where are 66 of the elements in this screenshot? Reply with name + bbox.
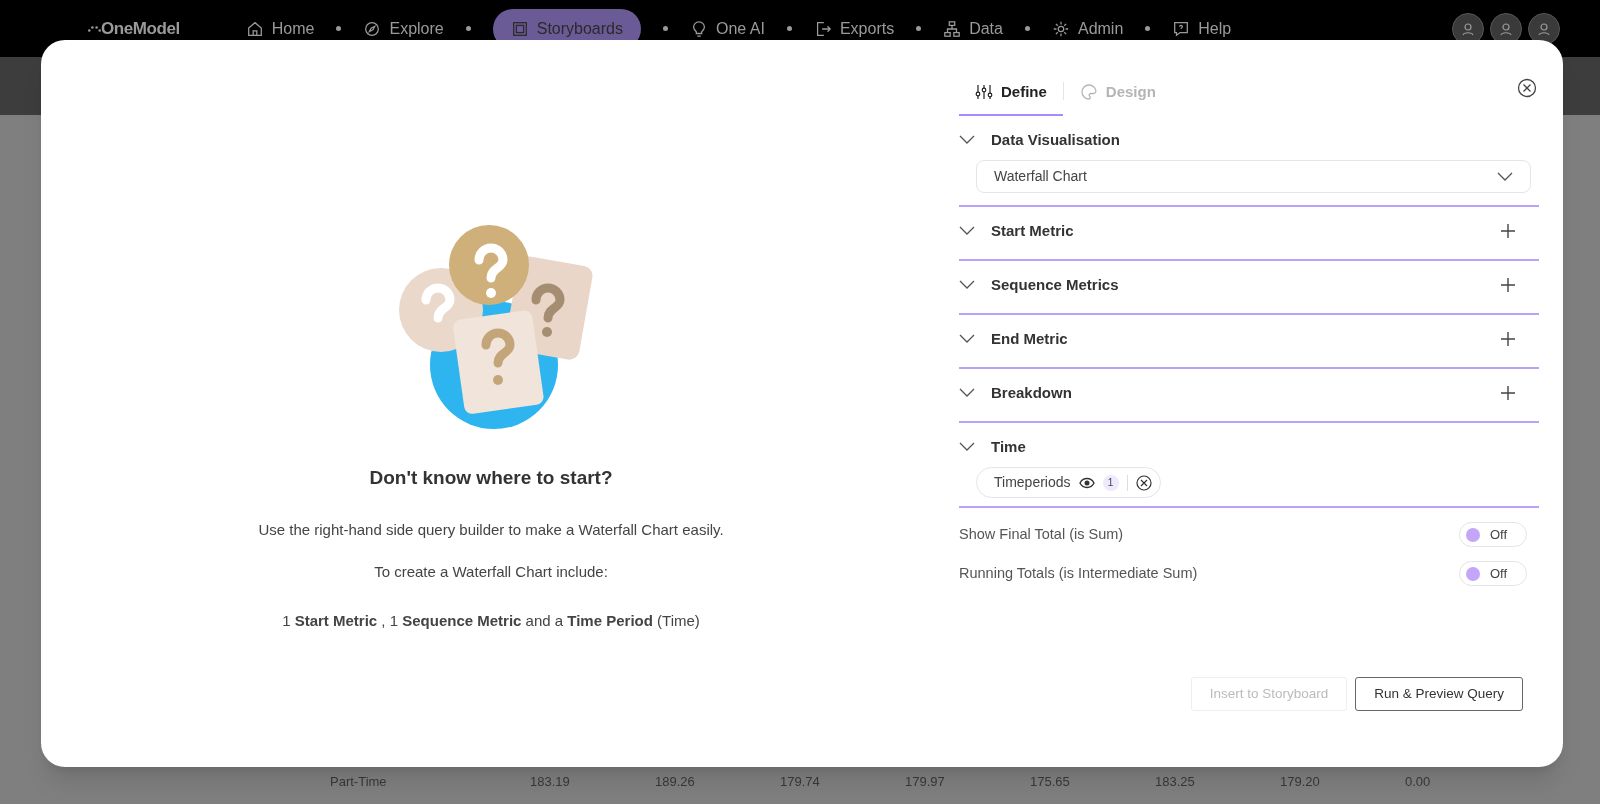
- section-header[interactable]: End Metric: [959, 327, 1068, 351]
- logo-text: OneModel: [101, 17, 180, 40]
- table-cell-text: 179.20: [1280, 773, 1321, 791]
- toggle-switch[interactable]: Off: [1459, 522, 1527, 547]
- nav-item[interactable]: Data: [943, 16, 1003, 41]
- add-button[interactable]: [1501, 224, 1515, 238]
- section-header[interactable]: Sequence Metrics: [959, 273, 1119, 297]
- toggle-label: Running Totals (is Intermediate Sum): [959, 563, 1198, 583]
- chevron-down-icon: [959, 226, 975, 236]
- chevron-down-icon: [959, 388, 975, 398]
- nav-item[interactable]: Exports: [813, 16, 895, 41]
- chevron-down-icon: [959, 280, 975, 290]
- add-button[interactable]: [1501, 278, 1515, 292]
- table-cell-text: 0.00: [1405, 773, 1432, 791]
- chart-type-dropdown[interactable]: Waterfall Chart: [976, 160, 1531, 193]
- user-icon: [1536, 20, 1552, 37]
- section-header[interactable]: Data Visualisation: [959, 128, 1120, 152]
- user-button[interactable]: [1528, 12, 1560, 45]
- nav-item[interactable]: Admin: [1051, 16, 1124, 41]
- add-button[interactable]: [1501, 332, 1515, 346]
- close-button[interactable]: [1517, 78, 1537, 98]
- lightbulb-icon: [690, 19, 708, 38]
- remove-icon[interactable]: [1135, 474, 1152, 491]
- section-header[interactable]: Breakdown: [959, 381, 1072, 405]
- instruction-text: Use the right-hand side query builder to make a Waterfall Chart easily.: [258, 519, 724, 540]
- nav-item[interactable]: Help: [1172, 16, 1232, 41]
- settings-icon: [1051, 19, 1070, 38]
- plus-icon: [1501, 224, 1515, 238]
- eye-icon: [1078, 476, 1095, 489]
- table-cell-text: 175.65: [1030, 773, 1071, 791]
- compass-icon: [363, 19, 382, 38]
- toggle-switch[interactable]: Off: [1459, 561, 1527, 586]
- hierarchy-icon: [943, 19, 962, 38]
- nav-item[interactable]: Home: [245, 16, 315, 41]
- house-icon: [245, 19, 264, 38]
- chevron-down-icon: [1497, 171, 1513, 182]
- chevron-down-icon: [959, 442, 975, 452]
- tab[interactable]: Define: [959, 70, 1063, 116]
- sliders-icon: [975, 83, 993, 101]
- help-icon: [1172, 19, 1191, 38]
- add-button[interactable]: [1501, 386, 1515, 400]
- close-icon: [1517, 78, 1537, 98]
- nav-item[interactable]: One AI: [690, 16, 765, 41]
- board-icon: [510, 19, 529, 38]
- plus-icon: [1501, 278, 1515, 292]
- run-query-button[interactable]: Run & Preview Query: [1355, 677, 1523, 711]
- nav-item[interactable]: Explore: [363, 16, 444, 41]
- chevron-down-icon: [959, 135, 975, 145]
- instruction-text: To create a Waterfall Chart include:: [374, 562, 608, 582]
- plus-icon: [1501, 386, 1515, 400]
- palette-icon: [1079, 83, 1098, 101]
- empty-state-title: Don't know where to start?: [369, 466, 613, 490]
- table-cell-text: 179.97: [905, 773, 946, 791]
- section-header[interactable]: Start Metric: [959, 219, 1074, 243]
- instruction-text: 1 Start Metric , 1 Sequence Metric and a Time Period (Time): [282, 610, 700, 631]
- count-badge: 1: [1102, 474, 1119, 491]
- table-cell-text: 189.26: [655, 773, 696, 791]
- section-header[interactable]: Time: [959, 435, 1026, 459]
- toggle-label: Show Final Total (is Sum): [959, 524, 1124, 544]
- logo-icon: [88, 25, 101, 32]
- table-cell-text: 183.19: [530, 773, 571, 791]
- table-cell-text: 183.25: [1155, 773, 1196, 791]
- chevron-down-icon: [959, 334, 975, 344]
- table-cell-text: 179.74: [780, 773, 821, 791]
- table-cell-text: Part-Time: [330, 773, 388, 791]
- plus-icon: [1501, 332, 1515, 346]
